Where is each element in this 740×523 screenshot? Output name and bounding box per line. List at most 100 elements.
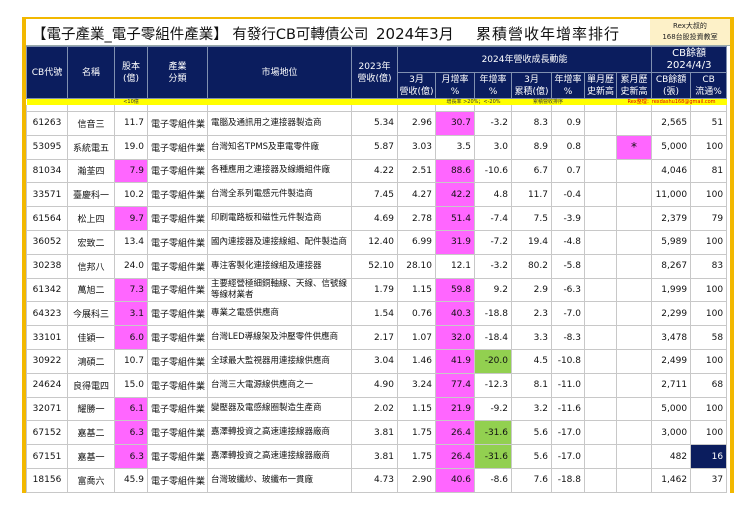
table-row: 33571 臺慶科一 10.2 電子零組件業 台灣全系列電感元件製造商 7.45 4.27 4… — [26, 182, 728, 208]
table-row: 18156 富喬六 45.9 電子零組件業 台灣玻纖紗、玻纖布一貫廠 4.73 2.90 40… — [26, 467, 728, 493]
cell-market: 台灣三大電源線供應商之一 — [207, 372, 352, 398]
cell-name: 信音三 — [67, 111, 115, 136]
cell-mom: 26.4 — [435, 420, 475, 446]
header-cum-yoy: 年增率 % — [551, 72, 585, 99]
cell-cb-balance: 2,299 — [651, 301, 692, 327]
cell-capital: 11.7 — [114, 111, 148, 136]
cell-yoy: 3.0 — [474, 134, 512, 160]
cell-mar-rev: 1.46 — [397, 348, 436, 374]
cell-cum-high — [615, 348, 653, 374]
cell-industry: 電子零組件業 — [147, 158, 208, 184]
cell-rev2023: 7.45 — [351, 182, 398, 208]
cell-mar-cum: 7.6 — [511, 467, 552, 493]
header-mar-cum: 3月 累積(億) — [511, 72, 552, 99]
cell-mom: 3.5 — [435, 134, 475, 160]
cell-mar-rev: 1.15 — [397, 396, 436, 422]
title-bar: 【電子產業_電子零組件產業】 有發行CB可轉債公司 2024年3月 累積營收年增… — [26, 19, 730, 46]
cell-capital: 6.3 — [114, 444, 148, 469]
cell-rev2023: 3.81 — [351, 420, 398, 446]
cell-industry: 電子零組件業 — [147, 277, 208, 303]
cell-name: 信邦八 — [67, 253, 115, 279]
cell-mar-rev: 2.96 — [397, 111, 436, 136]
cell-rev2023: 4.90 — [351, 372, 398, 398]
cell-cum-high — [615, 182, 653, 208]
cell-cum-yoy: -17.0 — [551, 420, 585, 446]
cell-cum-yoy: -5.8 — [551, 253, 585, 279]
cell-mar-rev: 1.07 — [397, 325, 436, 350]
cell-cb-circ: 100 — [690, 301, 728, 327]
cell-cum-yoy: 0.7 — [551, 158, 585, 184]
header-cb-circ: CB 流通% — [690, 72, 728, 99]
cell-yoy: 4.8 — [474, 182, 512, 208]
cell-rev2023: 1.54 — [351, 301, 398, 327]
cell-yoy: -7.4 — [474, 206, 512, 231]
cell-mar-cum: 5.6 — [511, 444, 552, 469]
cell-mar-cum: 2.3 — [511, 301, 552, 327]
cell-market: 台灣玻纖紗、玻纖布一貫廠 — [207, 467, 352, 493]
cell-cum-yoy: -8.3 — [551, 325, 585, 350]
cell-cum-high — [615, 229, 653, 255]
cell-code: 64323 — [26, 301, 68, 327]
cell-yoy: -31.6 — [474, 444, 512, 469]
cell-industry: 電子零組件業 — [147, 134, 208, 160]
cell-capital: 45.9 — [114, 467, 148, 493]
cell-market: 台灣全系列電感元件製造商 — [207, 182, 352, 208]
cell-industry: 電子零組件業 — [147, 111, 208, 136]
cell-cum-high — [615, 325, 653, 350]
cell-cb-circ: 37 — [690, 467, 728, 493]
cell-cb-balance: 11,000 — [651, 182, 692, 208]
cell-cum-high — [615, 467, 653, 493]
header-code: CB代號 — [26, 46, 68, 99]
cell-cum-high — [615, 444, 653, 469]
cell-cb-circ: 79 — [690, 206, 728, 231]
cell-mar-rev: 3.24 — [397, 372, 436, 398]
header-capital: 股本 (億) — [114, 46, 148, 99]
cell-mar-cum: 3.2 — [511, 396, 552, 422]
cell-cb-balance: 5,000 — [651, 134, 692, 160]
cell-yoy: -3.2 — [474, 253, 512, 279]
cell-industry: 電子零組件業 — [147, 444, 208, 469]
cell-code: 67152 — [26, 420, 68, 446]
header-mar-rev: 3月 營收(億) — [397, 72, 436, 99]
cell-yoy: -20.0 — [474, 348, 512, 374]
cell-code: 36052 — [26, 229, 68, 255]
cell-market: 嘉澤轉投資之高速連接線器廠商 — [207, 444, 352, 469]
cell-mom: 42.2 — [435, 182, 475, 208]
cell-cum-yoy: -4.8 — [551, 229, 585, 255]
author-line-1: Rex大叔的 — [673, 22, 707, 30]
header-group-cb: CB餘額 2024/4/3 — [651, 46, 728, 73]
cell-cum-high — [615, 396, 653, 422]
cell-mar-cum: 3.3 — [511, 325, 552, 350]
cell-market: 變壓器及電感線圈製造生產商 — [207, 396, 352, 422]
cell-name: 富喬六 — [67, 467, 115, 493]
cell-name: 宏致二 — [67, 229, 115, 255]
cell-cum-yoy: -11.6 — [551, 396, 585, 422]
cell-industry: 電子零組件業 — [147, 301, 208, 327]
cell-cb-circ: 51 — [690, 111, 728, 136]
header-mom: 月增率 % — [435, 72, 475, 99]
cell-cum-high — [615, 206, 653, 231]
cell-industry: 電子零組件業 — [147, 253, 208, 279]
cell-mar-cum: 8.1 — [511, 372, 552, 398]
header-cum-high: 累月歷 史新高 — [615, 72, 653, 99]
cell-code: 33571 — [26, 182, 68, 208]
cell-mar-rev: 28.10 — [397, 253, 436, 279]
cell-cb-balance: 1,999 — [651, 277, 692, 303]
cell-mar-rev: 2.51 — [397, 158, 436, 184]
cell-cb-circ: 100 — [690, 348, 728, 374]
cell-mom: 51.4 — [435, 206, 475, 231]
cell-cb-balance: 5,000 — [651, 396, 692, 422]
cell-cb-balance: 482 — [651, 444, 692, 469]
cell-mom: 40.3 — [435, 301, 475, 327]
cell-market: 專業之電感供應商 — [207, 301, 352, 327]
header-rev2023: 2023年 營收(億) — [351, 46, 398, 99]
header-industry: 產業 分類 — [147, 46, 208, 99]
table-row: 53095 系統電五 19.0 電子零組件業 台灣知名TPMS及車電零件廠 5.87 3.0… — [26, 134, 728, 160]
cb-table: CB代號 名稱 股本 (億) 產業 分類 市場地位 2023年 營收(億) 20… — [26, 46, 728, 493]
cell-cum-yoy: 0.9 — [551, 111, 585, 136]
cell-month-high — [584, 396, 617, 422]
cell-rev2023: 5.87 — [351, 134, 398, 160]
cell-mar-rev: 1.75 — [397, 420, 436, 446]
report-period: 2024年3月 — [376, 25, 454, 43]
cell-mar-cum: 19.4 — [511, 229, 552, 255]
